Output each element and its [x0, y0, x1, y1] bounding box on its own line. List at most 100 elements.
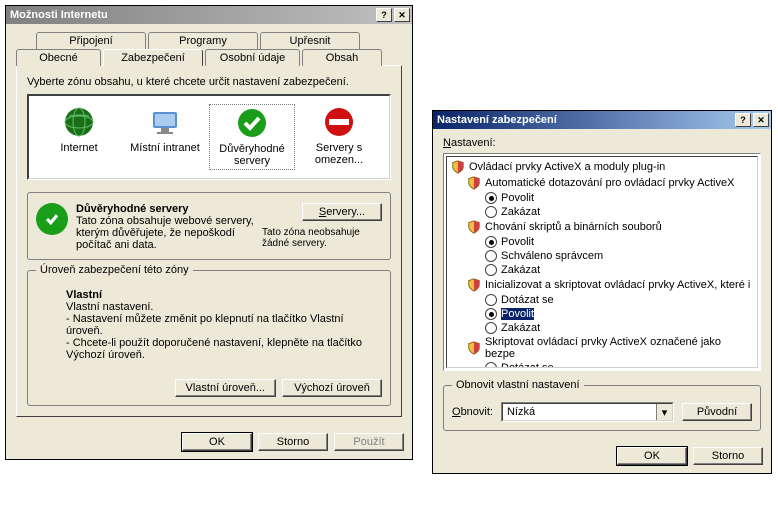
tree-option[interactable]: Povolit [449, 307, 755, 321]
trusted-desc: Tato zóna obsahuje webové servery, který… [76, 215, 254, 251]
radio-icon [485, 250, 497, 262]
tree-label: Automatické dotazování pro ovládací prvk… [485, 177, 734, 189]
tree-label: Ovládací prvky ActiveX a moduly plug-in [469, 161, 665, 173]
zone-desc-group: Důvěryhodné servery Tato zóna obsahuje w… [27, 192, 391, 260]
tree-label: Schváleno správcem [501, 250, 603, 262]
reset-combo[interactable]: Nízká ▾ [501, 402, 674, 422]
tab-privacy[interactable]: Osobní údaje [205, 49, 300, 66]
dialog-buttons: OK Storno Použít [6, 425, 412, 459]
tab-connection[interactable]: Připojení [36, 32, 146, 49]
tree-label: Zakázat [501, 206, 540, 218]
ok-button[interactable]: OK [617, 447, 687, 465]
tab-programs[interactable]: Programy [148, 32, 258, 49]
tree-option[interactable]: Schváleno správcem [449, 249, 755, 263]
radio-icon [485, 308, 497, 320]
custom-line: - Nastavení můžete změnit po klepnutí na… [66, 313, 378, 337]
tree-option[interactable]: Dotázat se [449, 293, 755, 307]
dialog-body: Nastavení: Ovládací prvky ActiveX a modu… [433, 129, 771, 439]
tree-option[interactable]: Povolit [449, 235, 755, 249]
tree-category: Skriptovat ovládací prvky ActiveX označe… [449, 335, 755, 361]
security-level-group: Úroveň zabezpečení této zóny Vlastní Vla… [27, 270, 391, 406]
no-entry-icon [323, 106, 355, 138]
check-circle-icon [36, 203, 68, 235]
zone-intranet[interactable]: Místní intranet [123, 104, 207, 170]
default-level-button[interactable]: Výchozí úroveň [282, 379, 382, 397]
shield-icon [451, 160, 465, 174]
tree-option[interactable]: Zakázat [449, 263, 755, 277]
tree-label: Dotázat se [501, 294, 554, 306]
servers-button[interactable]: Servery... [302, 203, 382, 221]
dialog-title: Možnosti Internetu [10, 9, 374, 21]
trusted-title: Důvěryhodné servery [76, 203, 254, 215]
tab-general[interactable]: Obecné [16, 49, 101, 66]
zone-restricted[interactable]: Servery s omezen... [297, 104, 381, 170]
security-settings-dialog: Nastavení zabezpečení ? ✕ Nastavení: Ovl… [432, 110, 772, 474]
tab-advanced[interactable]: Upřesnit [260, 32, 360, 49]
radio-icon [485, 192, 497, 204]
no-servers-text: Tato zóna neobsahuje žádné servery. [262, 227, 382, 249]
tab-content[interactable]: Obsah [302, 49, 382, 66]
original-button[interactable]: Původní [682, 403, 752, 421]
tree-option[interactable]: Povolit [449, 191, 755, 205]
zone-prompt: Vyberte zónu obsahu, u které chcete urči… [27, 76, 391, 88]
group-title: Obnovit vlastní nastavení [452, 379, 584, 391]
cancel-button[interactable]: Storno [258, 433, 328, 451]
tree-label: Inicializovat a skriptovat ovládací prvk… [485, 279, 750, 291]
check-circle-icon [236, 107, 268, 139]
tree-label: Dotázat se [501, 362, 554, 368]
radio-icon [485, 264, 497, 276]
tree-category: Inicializovat a skriptovat ovládací prvk… [449, 277, 755, 293]
chevron-down-icon[interactable]: ▾ [656, 404, 672, 420]
dialog-buttons: OK Storno [433, 439, 771, 473]
apply-button[interactable]: Použít [334, 433, 404, 451]
shield-icon [467, 176, 481, 190]
tree-category: Ovládací prvky ActiveX a moduly plug-in [449, 159, 755, 175]
tree-option[interactable]: Dotázat se [449, 361, 755, 368]
monitor-icon [149, 106, 181, 138]
dialog-title: Nastavení zabezpečení [437, 114, 733, 126]
ok-button[interactable]: OK [182, 433, 252, 451]
tree-label: Skriptovat ovládací prvky ActiveX označe… [485, 336, 753, 360]
tree-option[interactable]: Zakázat [449, 321, 755, 335]
tree-label: Povolit [501, 192, 534, 204]
tab-panel-security: Vyberte zónu obsahu, u které chcete urči… [16, 65, 402, 417]
tree-label: Povolit [501, 308, 534, 320]
settings-tree[interactable]: Ovládací prvky ActiveX a moduly plug-in A… [443, 153, 761, 371]
shield-icon [467, 341, 481, 355]
help-button[interactable]: ? [376, 8, 392, 22]
custom-line: - Chcete-li použít doporučené nastavení,… [66, 337, 378, 361]
tree-label: Zakázat [501, 322, 540, 334]
combo-value: Nízká [503, 406, 656, 418]
tab-strip: Připojení Programy Upřesnit Obecné Zabez… [16, 32, 402, 417]
custom-level-button[interactable]: Vlastní úroveň... [175, 379, 277, 397]
dialog-body: Připojení Programy Upřesnit Obecné Zabez… [6, 24, 412, 425]
tree-option[interactable]: Zakázat [449, 205, 755, 219]
tree-label: Zakázat [501, 264, 540, 276]
titlebar: Možnosti Internetu ? ✕ [6, 6, 412, 24]
close-button[interactable]: ✕ [753, 113, 769, 127]
group-title: Úroveň zabezpečení této zóny [36, 264, 193, 276]
radio-icon [485, 322, 497, 334]
radio-icon [485, 294, 497, 306]
zone-trusted[interactable]: Důvěryhodné servery [209, 104, 295, 170]
titlebar: Nastavení zabezpečení ? ✕ [433, 111, 771, 129]
radio-icon [485, 362, 497, 368]
close-button[interactable]: ✕ [394, 8, 410, 22]
settings-label: Nastavení: [443, 137, 761, 149]
reset-label: Obnovit: [452, 406, 493, 418]
help-button[interactable]: ? [735, 113, 751, 127]
radio-icon [485, 206, 497, 218]
custom-title: Vlastní [66, 289, 378, 301]
reset-group: Obnovit vlastní nastavení Obnovit: Nízká… [443, 385, 761, 431]
zone-internet[interactable]: Internet [37, 104, 121, 170]
tree-category: Chování skriptů a binárních souborů [449, 219, 755, 235]
shield-icon [467, 220, 481, 234]
internet-options-dialog: Možnosti Internetu ? ✕ Připojení Program… [5, 5, 413, 460]
cancel-button[interactable]: Storno [693, 447, 763, 465]
globe-icon [63, 106, 95, 138]
tab-security[interactable]: Zabezpečení [103, 49, 203, 66]
shield-icon [467, 278, 481, 292]
tree-label: Povolit [501, 236, 534, 248]
radio-icon [485, 236, 497, 248]
zones-list: Internet Místní intranet Důvěryhodné ser… [28, 95, 390, 179]
